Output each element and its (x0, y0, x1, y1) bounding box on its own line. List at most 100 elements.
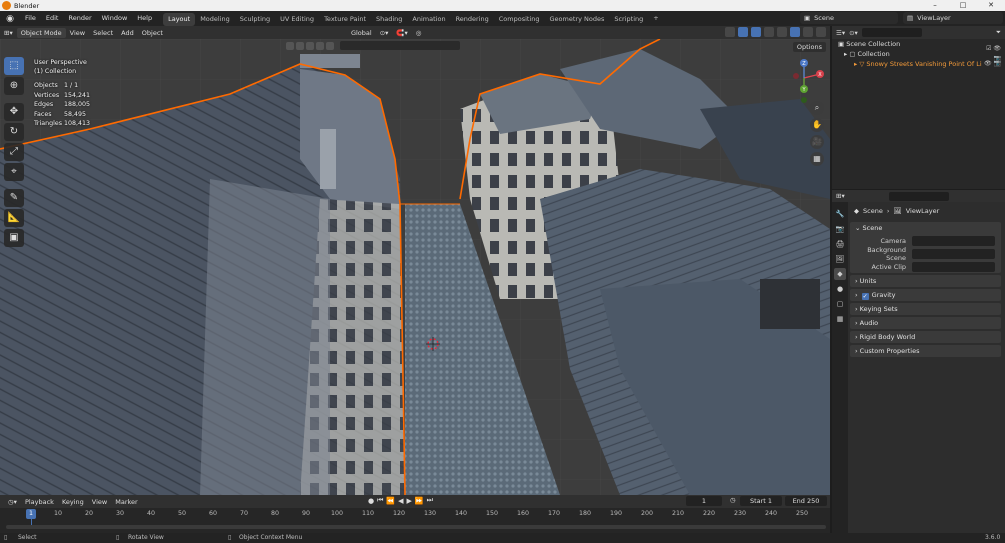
move-tool-icon[interactable]: ✥ (4, 103, 24, 121)
viewport-search-field[interactable] (340, 41, 460, 50)
scene-selector[interactable]: ▣ Scene (800, 12, 898, 24)
cursor-tool-icon[interactable]: ⊕ (4, 77, 24, 95)
jump-end-icon[interactable]: ⏭ (427, 496, 433, 505)
world-tab-icon[interactable]: ● (834, 283, 846, 295)
collection-tab-icon[interactable]: ▢ (834, 298, 846, 310)
custom-properties-panel[interactable]: › Custom Properties (850, 345, 1001, 357)
scale-tool-icon[interactable]: ⤢ (4, 143, 24, 161)
tab-uv-editing[interactable]: UV Editing (275, 13, 319, 26)
menu-marker[interactable]: Marker (111, 497, 141, 507)
proportional-edit-icon[interactable]: ◎ (412, 28, 426, 38)
outliner-search-field[interactable] (861, 28, 922, 37)
pan-hand-icon[interactable]: ✋ (810, 118, 824, 132)
tab-shading[interactable]: Shading (371, 13, 407, 26)
render-tab-icon[interactable]: 📷 (834, 223, 846, 235)
tab-compositing[interactable]: Compositing (494, 13, 545, 26)
add-cube-tool-icon[interactable]: ▣ (4, 229, 24, 247)
texture-tab-icon[interactable]: ▦ (834, 313, 846, 325)
menu-add[interactable]: Add (117, 28, 138, 38)
menu-render[interactable]: Render (63, 11, 96, 26)
rotate-tool-icon[interactable]: ↻ (4, 123, 24, 141)
properties-editor-icon[interactable]: ⊞▾ (836, 192, 845, 200)
select-invert-icon[interactable] (316, 41, 324, 50)
menu-window[interactable]: Window (97, 11, 133, 26)
menu-select[interactable]: Select (89, 28, 117, 38)
timeline-scrollbar[interactable] (6, 525, 826, 529)
end-frame-field[interactable]: End 250 (785, 496, 827, 506)
outliner-display-icon[interactable]: ⊙▾ (849, 29, 858, 37)
add-workspace-button[interactable]: + (648, 11, 663, 26)
close-button[interactable]: ✕ (977, 0, 1005, 11)
active-clip-field[interactable] (912, 261, 995, 272)
outliner-scene-collection[interactable]: ▣ Scene Collection (832, 39, 1005, 49)
output-tab-icon[interactable]: 🖨 (834, 238, 846, 250)
rendered-shading-icon[interactable] (816, 27, 826, 37)
view-layer-selector[interactable]: ▤ ViewLayer (903, 12, 1003, 24)
measure-tool-icon[interactable]: 📐 (4, 209, 24, 227)
options-dropdown[interactable]: Options (792, 42, 826, 52)
tab-modeling[interactable]: Modeling (195, 13, 235, 26)
snap-icon[interactable]: 🧲▾ (392, 28, 411, 38)
visibility-icon[interactable] (725, 27, 735, 37)
menu-help[interactable]: Help (132, 11, 157, 26)
editor-type-icon[interactable]: ⊞▾ (0, 28, 17, 38)
frame-ruler[interactable]: 10 20 30 40 50 60 70 80 90 100 110 120 1… (0, 510, 830, 520)
menu-timeline-view[interactable]: View (88, 497, 111, 507)
camera-view-icon[interactable]: 🎥 (810, 135, 824, 149)
scene-panel-header[interactable]: ⌄ Scene (850, 222, 1001, 234)
next-keyframe-icon[interactable]: ⏩ (415, 497, 424, 505)
annotate-tool-icon[interactable]: ✎ (4, 189, 24, 207)
object-visibility-icons[interactable]: 👁 📷 (981, 59, 1001, 69)
menu-file[interactable]: File (20, 11, 41, 26)
xray-toggle-icon[interactable] (764, 27, 774, 37)
background-scene-field[interactable] (912, 248, 995, 259)
blender-logo-icon[interactable]: ◉ (4, 13, 16, 25)
rigid-body-world-panel[interactable]: › Rigid Body World (850, 331, 1001, 343)
transform-orientation-dropdown[interactable]: Global (347, 28, 376, 38)
zoom-icon[interactable]: ⌕ (810, 101, 824, 115)
tool-tab-icon[interactable]: 🔧 (834, 208, 846, 220)
select-mode-icon[interactable] (286, 41, 294, 50)
tab-scripting[interactable]: Scripting (609, 13, 648, 26)
gizmo-toggle-icon[interactable] (738, 27, 748, 37)
tab-rendering[interactable]: Rendering (451, 13, 494, 26)
record-icon[interactable]: ● (368, 497, 374, 505)
transform-tool-icon[interactable]: ⌖ (4, 163, 24, 181)
current-frame-field[interactable]: 1 (686, 496, 722, 506)
select-extend-icon[interactable] (296, 41, 304, 50)
audio-panel[interactable]: › Audio (850, 317, 1001, 329)
jump-start-icon[interactable]: ⏮ (377, 496, 383, 505)
menu-keying[interactable]: Keying (58, 497, 88, 507)
select-box-tool-icon[interactable]: ⬚ (4, 57, 24, 75)
mode-dropdown[interactable]: Object Mode (16, 27, 66, 38)
play-icon[interactable]: ▶ (407, 497, 412, 505)
material-shading-icon[interactable] (803, 27, 813, 37)
outliner-filter-icon[interactable]: ⏷ (996, 28, 1001, 37)
select-intersect-icon[interactable] (326, 41, 334, 50)
properties-search-field[interactable] (888, 191, 949, 201)
units-panel[interactable]: › Units (850, 275, 1001, 287)
scene-render[interactable] (0, 39, 830, 495)
tab-sculpting[interactable]: Sculpting (235, 13, 275, 26)
outliner-object[interactable]: ▸ ▽ Snowy Streets Vanishing Point Of Li … (832, 59, 1005, 69)
maximize-button[interactable]: □ (949, 0, 977, 11)
timeline-editor-icon[interactable]: ◷▾ (4, 497, 21, 507)
tab-layout[interactable]: Layout (163, 12, 196, 26)
menu-playback[interactable]: Playback (21, 497, 58, 507)
tab-animation[interactable]: Animation (407, 13, 450, 26)
tab-texture-paint[interactable]: Texture Paint (319, 13, 371, 26)
perspective-toggle-icon[interactable]: ▦ (810, 152, 824, 166)
keying-sets-panel[interactable]: › Keying Sets (850, 303, 1001, 315)
menu-object[interactable]: Object (138, 28, 167, 38)
wireframe-shading-icon[interactable] (777, 27, 787, 37)
prev-keyframe-icon[interactable]: ⏪ (386, 497, 395, 505)
menu-edit[interactable]: Edit (41, 11, 64, 26)
3d-viewport[interactable]: Options User Perspective (1) Collection … (0, 39, 830, 495)
view-layer-tab-icon[interactable]: 🖼 (834, 253, 846, 265)
gravity-panel[interactable]: › ✓ Gravity (850, 289, 1001, 301)
scene-tab-icon[interactable]: ◆ (834, 268, 846, 280)
play-reverse-icon[interactable]: ◀ (398, 497, 403, 505)
minimize-button[interactable]: – (921, 0, 949, 11)
select-subtract-icon[interactable] (306, 41, 314, 50)
start-frame-field[interactable]: Start 1 (740, 496, 782, 506)
